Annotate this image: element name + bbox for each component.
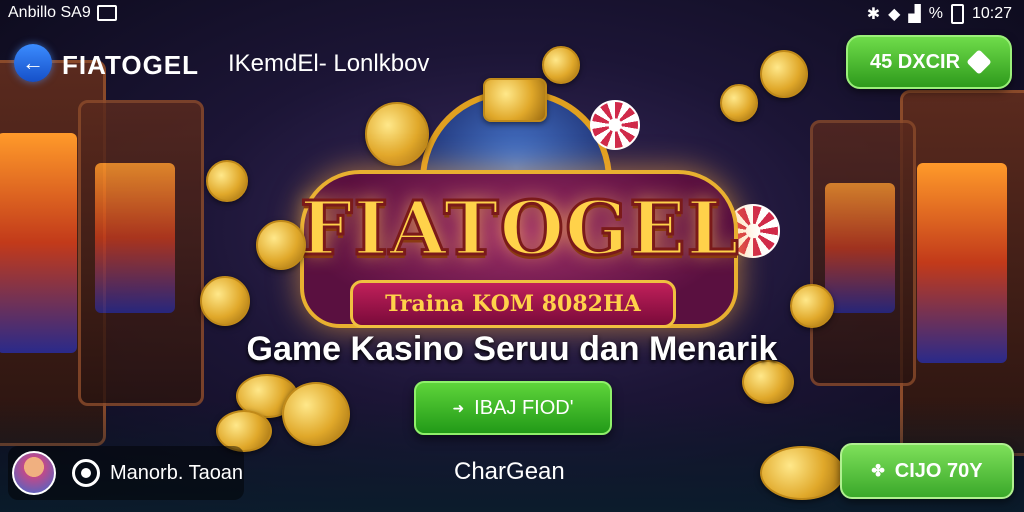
percent-icon: % bbox=[928, 5, 943, 22]
clock: 10:27 bbox=[971, 5, 1012, 22]
bottom-cta-button[interactable]: ✤ CIJO 70Y bbox=[840, 443, 1014, 499]
coin bbox=[256, 220, 306, 270]
top-cta-label: 45 DXCIR bbox=[869, 50, 961, 73]
header-subtitle: IKemdEl- Lonlkbov bbox=[228, 50, 430, 77]
app-name: FIATOGEL bbox=[62, 50, 200, 80]
user-label: Manorb. Taoan bbox=[110, 461, 244, 484]
logo-ribbon: Traina KOM 8082HA bbox=[350, 280, 676, 328]
bottom-cta-label: CIJO 70Y bbox=[894, 459, 983, 482]
coin bbox=[760, 446, 844, 500]
coin bbox=[542, 46, 580, 84]
wifi-icon: ◆ bbox=[888, 6, 901, 23]
coin-stack bbox=[483, 78, 547, 122]
tagline: Game Kasino Seruu dan Menarik bbox=[246, 330, 778, 368]
back-arrow-icon: ← bbox=[22, 50, 44, 75]
bluetooth-icon: ✱ bbox=[866, 6, 881, 23]
logo-title: FIATOGEL bbox=[299, 185, 741, 274]
status-bar: Anbillo SA9 ✱ ◆ ▟ % 10:27 bbox=[0, 0, 1024, 26]
bottom-center-label[interactable]: CharGean bbox=[454, 458, 565, 486]
status-carrier: Anbillo SA9 bbox=[8, 4, 91, 21]
coin-stack bbox=[365, 102, 429, 166]
main-cta-label: IBAJ FIOD' bbox=[474, 396, 574, 419]
battery-icon bbox=[950, 4, 964, 24]
coin bbox=[720, 84, 758, 122]
casino-chip bbox=[590, 100, 640, 150]
back-button[interactable]: ← bbox=[14, 44, 52, 82]
coin bbox=[760, 50, 808, 98]
coin bbox=[790, 284, 834, 328]
signal-icon: ▟ bbox=[908, 6, 921, 23]
coin bbox=[200, 276, 250, 326]
screen-cast-icon bbox=[96, 5, 117, 21]
status-right: ✱ ◆ ▟ % 10:27 bbox=[867, 4, 1012, 24]
main-cta-button[interactable]: ➜ IBAJ FIOD' bbox=[414, 381, 612, 435]
arrow-icon: ➜ bbox=[452, 399, 465, 416]
coin bbox=[206, 160, 248, 202]
camera-icon[interactable] bbox=[72, 459, 100, 487]
ticket-icon bbox=[966, 49, 992, 75]
clover-icon: ✤ bbox=[871, 463, 885, 480]
coin bbox=[282, 382, 350, 446]
top-cta-button[interactable]: 45 DXCIR bbox=[846, 35, 1012, 89]
avatar[interactable] bbox=[12, 451, 56, 495]
status-left: Anbillo SA9 bbox=[8, 4, 117, 22]
user-panel[interactable]: Manorb. Taoan bbox=[8, 446, 244, 500]
